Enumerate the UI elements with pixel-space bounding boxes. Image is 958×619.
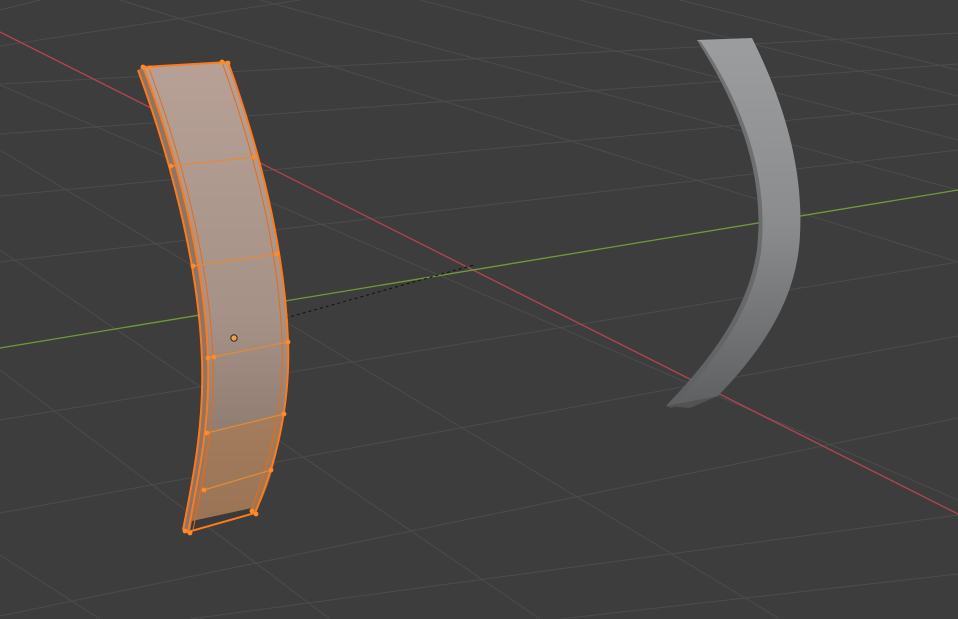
- mesh-object-selected[interactable]: [137, 59, 291, 536]
- x-axis-line: [0, 31, 958, 515]
- y-axis-line: [0, 189, 958, 349]
- parent-relationship-line: [267, 264, 475, 324]
- floor-grid: [0, 0, 958, 619]
- 3d-viewport[interactable]: [0, 0, 958, 619]
- object-origin-dot: [230, 334, 238, 342]
- viewport-canvas[interactable]: [0, 0, 958, 619]
